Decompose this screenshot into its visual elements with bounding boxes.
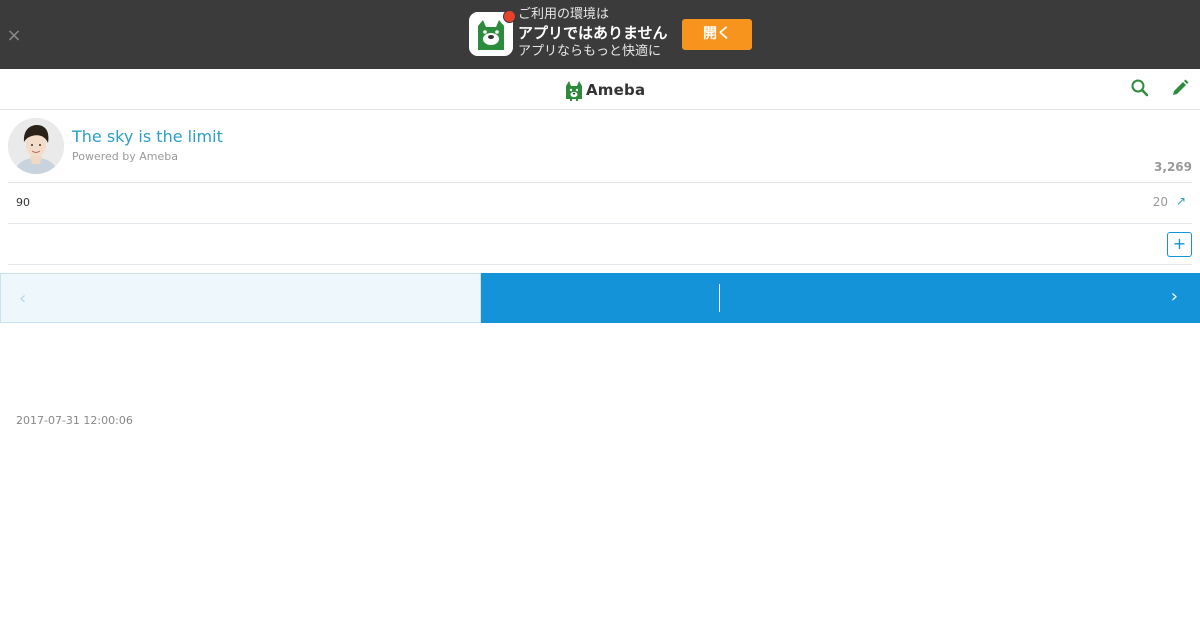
banner-close-button[interactable]: × bbox=[6, 26, 22, 46]
follow-button[interactable]: + bbox=[1167, 232, 1192, 257]
ameba-logo-icon bbox=[566, 81, 582, 101]
chevron-left-icon: ‹ bbox=[19, 288, 27, 309]
notification-dot bbox=[503, 10, 516, 23]
stats-row: 90 20 ↗ bbox=[8, 183, 1192, 224]
search-button[interactable] bbox=[1130, 78, 1150, 98]
external-link-icon[interactable]: ↗ bbox=[1176, 194, 1186, 208]
banner-line1: ご利用の環境は bbox=[518, 7, 610, 22]
chevron-right-icon: › bbox=[1170, 286, 1178, 307]
pager-divider bbox=[719, 284, 720, 312]
follow-row: + bbox=[8, 224, 1192, 265]
logo-text: Ameba bbox=[586, 81, 646, 99]
stat-right-value: 20 bbox=[1152, 195, 1168, 209]
app-banner: × ご利用の環境は アプリではありません アプリならもっと快適に 開く bbox=[0, 0, 1200, 69]
search-icon bbox=[1131, 79, 1149, 97]
powered-by: Powered by Ameba bbox=[72, 150, 178, 163]
avatar-portrait bbox=[8, 118, 64, 174]
prev-entry-button[interactable]: ‹ bbox=[0, 273, 481, 323]
blog-profile: The sky is the limit Powered by Ameba 3,… bbox=[8, 110, 1192, 183]
banner-text: ご利用の環境は アプリではありません アプリならもっと快適に bbox=[518, 6, 678, 60]
reader-count: 3,269 bbox=[1154, 160, 1192, 174]
stat-left-value: 90 bbox=[16, 196, 30, 209]
site-header: Ameba bbox=[0, 69, 1200, 110]
open-app-button[interactable]: 開く bbox=[682, 19, 752, 50]
next-entry-button[interactable]: › bbox=[481, 273, 1200, 323]
entry-timestamp: 2017-07-31 12:00:06 bbox=[16, 414, 133, 427]
write-button[interactable] bbox=[1170, 78, 1190, 98]
entry-pager: ‹ › bbox=[0, 273, 1200, 323]
banner-line2: アプリではありません bbox=[518, 24, 668, 42]
avatar[interactable] bbox=[8, 118, 64, 174]
banner-line3: アプリならもっと快適に bbox=[518, 44, 662, 59]
blog-title[interactable]: The sky is the limit bbox=[72, 127, 223, 146]
ameba-logo[interactable]: Ameba bbox=[565, 78, 645, 102]
pencil-icon bbox=[1173, 79, 1189, 95]
